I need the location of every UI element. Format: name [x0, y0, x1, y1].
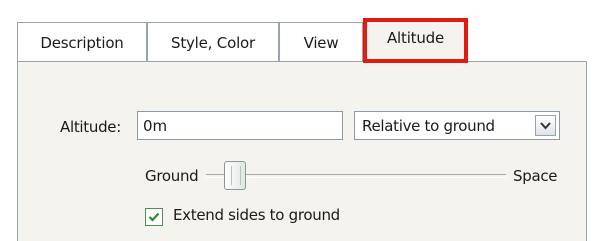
chevron-down-icon[interactable]	[535, 115, 556, 136]
extend-sides-label: Extend sides to ground	[173, 206, 340, 224]
slider-max-label: Space	[513, 167, 558, 185]
extend-sides-checkbox[interactable]	[145, 208, 163, 226]
tab-altitude[interactable]: Altitude	[363, 18, 468, 63]
tab-style-color[interactable]: Style, Color	[147, 22, 279, 62]
altitude-mode-value: Relative to ground	[362, 116, 495, 135]
tab-label: View	[303, 33, 339, 52]
tab-view[interactable]: View	[279, 22, 363, 62]
slider-min-label: Ground	[145, 167, 199, 185]
tab-label: Style, Color	[171, 33, 255, 52]
altitude-mode-select[interactable]: Relative to ground	[354, 111, 560, 140]
properties-dialog: Description Style, Color View Altitude A…	[0, 0, 595, 241]
tab-label: Description	[40, 33, 124, 52]
altitude-label: Altitude:	[60, 118, 121, 136]
altitude-slider-thumb[interactable]	[224, 161, 246, 190]
checkmark-icon	[148, 212, 160, 222]
altitude-input[interactable]	[137, 111, 343, 140]
altitude-slider-track[interactable]	[206, 174, 506, 178]
tab-label: Altitude	[386, 28, 445, 47]
tab-description[interactable]: Description	[17, 22, 147, 62]
